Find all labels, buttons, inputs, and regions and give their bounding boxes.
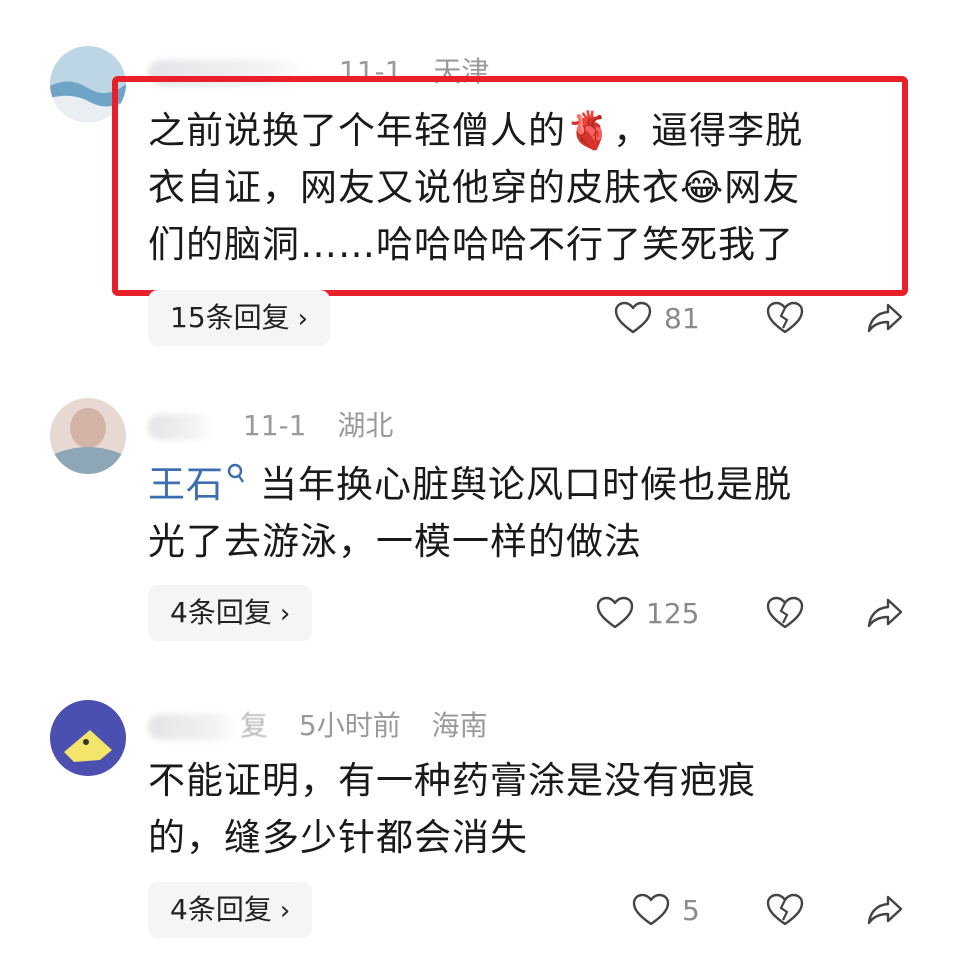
share-button[interactable] — [866, 882, 904, 938]
blurred-username — [148, 714, 240, 740]
avatar[interactable] — [50, 398, 126, 474]
like-button[interactable]: 81 — [614, 290, 700, 346]
comment-actions: 5 — [590, 882, 920, 938]
username-tail: 复 — [240, 709, 269, 742]
comment-text-line: 光了去游泳，一模一样的做法 — [148, 520, 642, 563]
replies-count: 4条回复 — [170, 596, 272, 629]
heart-icon — [632, 893, 670, 926]
comment-text-line: 的，缝多少针都会消失 — [148, 816, 528, 859]
chevron-right-icon: › — [279, 599, 291, 629]
like-count: 125 — [646, 596, 700, 630]
replies-count: 4条回复 — [170, 893, 272, 926]
comment-text-line: 不能证明，有一种药膏涂是没有疤痕 — [148, 759, 756, 802]
like-count: 81 — [664, 301, 700, 335]
comment-actions: 125 — [590, 585, 920, 641]
blurred-username — [148, 60, 308, 86]
comment-actions: 81 — [590, 290, 920, 346]
broken-heart-icon — [766, 893, 804, 926]
avatar[interactable] — [50, 46, 126, 122]
comment-meta: 11-1 天津 — [148, 50, 511, 90]
heart-icon — [596, 596, 634, 629]
comment-text: 不能证明，有一种药膏涂是没有疤痕 的，缝多少针都会消失 — [148, 752, 888, 866]
dislike-button[interactable] — [766, 585, 804, 641]
comment-location: 天津 — [433, 55, 490, 88]
broken-heart-icon — [766, 596, 804, 629]
like-button[interactable]: 125 — [596, 585, 699, 641]
like-count: 5 — [682, 893, 700, 927]
broken-heart-icon — [766, 301, 804, 334]
comment-text: 之前说换了个年轻僧人的🫀，逼得李脱 衣自证，网友又说他穿的皮肤衣😂网友 们的脑洞… — [148, 102, 888, 273]
share-icon — [867, 598, 903, 628]
share-icon — [867, 895, 903, 925]
avatar[interactable] — [50, 700, 126, 776]
mention-name: 王石 — [148, 463, 224, 506]
replies-button[interactable]: 15条回复 › — [148, 290, 331, 346]
comment-text: 王石 当年换心脏舆论风口时候也是脱 光了去游泳，一模一样的做法 — [148, 456, 888, 570]
comment-meta: 11-1 湖北 — [148, 404, 415, 444]
comment-text-line: 们的脑洞……哈哈哈哈不行了笑死我了 — [148, 223, 794, 266]
replies-count: 15条回复 — [170, 301, 290, 334]
chevron-right-icon: › — [279, 896, 291, 926]
comment-text-line: 之前说换了个年轻僧人的🫀，逼得李脱 — [148, 109, 804, 152]
comment-date: 11-1 — [242, 409, 307, 442]
share-icon — [867, 303, 903, 333]
dislike-button[interactable] — [766, 290, 804, 346]
chevron-right-icon: › — [297, 304, 309, 334]
comment-location: 海南 — [431, 709, 488, 742]
comment-location: 湖北 — [337, 409, 394, 442]
blurred-username — [148, 414, 212, 440]
comment-date: 11-1 — [338, 55, 403, 88]
comment-meta: 复 5小时前 海南 — [148, 704, 510, 744]
replies-button[interactable]: 4条回复 › — [148, 585, 313, 641]
search-icon — [227, 463, 244, 483]
dislike-button[interactable] — [766, 882, 804, 938]
share-button[interactable] — [866, 290, 904, 346]
mention-link[interactable]: 王石 — [148, 463, 260, 506]
replies-button[interactable]: 4条回复 › — [148, 882, 313, 938]
like-button[interactable]: 5 — [632, 882, 700, 938]
heart-icon — [614, 301, 652, 334]
comment-text-line: 衣自证，网友又说他穿的皮肤衣😂网友 — [148, 166, 801, 209]
share-button[interactable] — [866, 585, 904, 641]
comment-date: 5小时前 — [298, 709, 401, 742]
comment-text-line: 当年换心脏舆论风口时候也是脱 — [260, 463, 792, 506]
